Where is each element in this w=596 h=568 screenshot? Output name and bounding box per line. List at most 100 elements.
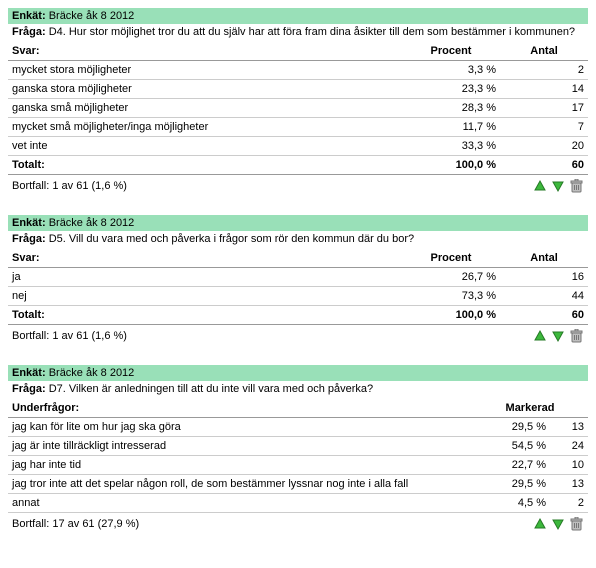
arrow-up-icon[interactable] bbox=[532, 516, 548, 532]
enkat-label: Enkät: bbox=[12, 217, 46, 229]
table-row: nej 73,3 % 44 bbox=[8, 287, 588, 306]
answers-table: Svar: Procent Antal mycket stora möjligh… bbox=[8, 42, 588, 175]
row-actions bbox=[532, 328, 584, 344]
answer-antal: 7 bbox=[500, 118, 588, 137]
answer-procent: 28,3 % bbox=[402, 99, 500, 118]
answer-procent: 11,7 % bbox=[402, 118, 500, 137]
col-svar: Svar: bbox=[8, 42, 402, 61]
col-antal: Antal bbox=[500, 249, 588, 268]
sub-procent: 22,7 % bbox=[472, 456, 550, 475]
row-actions bbox=[532, 178, 584, 194]
question-row: Fråga: D7. Vilken är anledningen till at… bbox=[8, 381, 588, 399]
answer-procent: 3,3 % bbox=[402, 61, 500, 80]
sub-label: jag har inte tid bbox=[8, 456, 472, 475]
enkat-label: Enkät: bbox=[12, 367, 46, 379]
table-row: mycket små möjligheter/inga möjligheter … bbox=[8, 118, 588, 137]
sub-label: jag kan för lite om hur jag ska göra bbox=[8, 418, 472, 437]
survey-header: Enkät: Bräcke åk 8 2012 bbox=[8, 8, 588, 24]
enkat-label: Enkät: bbox=[12, 10, 46, 22]
footer-row: Bortfall: 1 av 61 (1,6 %) bbox=[8, 325, 588, 347]
sub-procent: 29,5 % bbox=[472, 475, 550, 494]
survey-block: Enkät: Bräcke åk 8 2012Fråga: D4. Hur st… bbox=[8, 8, 588, 197]
answer-label: vet inte bbox=[8, 137, 402, 156]
answer-procent: 33,3 % bbox=[402, 137, 500, 156]
bortfall-text: Bortfall: 1 av 61 (1,6 %) bbox=[12, 330, 127, 342]
sub-label: annat bbox=[8, 494, 472, 513]
arrow-down-icon[interactable] bbox=[550, 328, 566, 344]
question-text: D7. Vilken är anledningen till att du in… bbox=[49, 383, 373, 395]
total-row: Totalt: 100,0 % 60 bbox=[8, 156, 588, 175]
table-row: ganska små möjligheter 28,3 % 17 bbox=[8, 99, 588, 118]
total-procent: 100,0 % bbox=[402, 156, 500, 175]
sub-antal: 24 bbox=[550, 437, 588, 456]
table-row: mycket stora möjligheter 3,3 % 2 bbox=[8, 61, 588, 80]
survey-block: Enkät: Bräcke åk 8 2012Fråga: D7. Vilken… bbox=[8, 365, 588, 535]
answer-procent: 73,3 % bbox=[402, 287, 500, 306]
answer-label: nej bbox=[8, 287, 402, 306]
table-row: vet inte 33,3 % 20 bbox=[8, 137, 588, 156]
fraga-label: Fråga: bbox=[12, 233, 46, 245]
table-row: annat 4,5 % 2 bbox=[8, 494, 588, 513]
sub-procent: 29,5 % bbox=[472, 418, 550, 437]
answer-antal: 2 bbox=[500, 61, 588, 80]
sub-label: jag är inte tillräckligt intresserad bbox=[8, 437, 472, 456]
table-row: ganska stora möjligheter 23,3 % 14 bbox=[8, 80, 588, 99]
answer-antal: 20 bbox=[500, 137, 588, 156]
answer-label: mycket små möjligheter/inga möjligheter bbox=[8, 118, 402, 137]
answer-antal: 17 bbox=[500, 99, 588, 118]
col-antal: Antal bbox=[500, 42, 588, 61]
answer-antal: 44 bbox=[500, 287, 588, 306]
trash-icon[interactable] bbox=[568, 328, 584, 344]
total-row: Totalt: 100,0 % 60 bbox=[8, 306, 588, 325]
col-underfragor: Underfrågor: bbox=[8, 399, 472, 418]
fraga-label: Fråga: bbox=[12, 26, 46, 38]
sub-antal: 10 bbox=[550, 456, 588, 475]
total-antal: 60 bbox=[500, 306, 588, 325]
footer-row: Bortfall: 1 av 61 (1,6 %) bbox=[8, 175, 588, 197]
question-row: Fråga: D5. Vill du vara med och påverka … bbox=[8, 231, 588, 249]
survey-header: Enkät: Bräcke åk 8 2012 bbox=[8, 215, 588, 231]
total-label: Totalt: bbox=[8, 156, 402, 175]
col-svar: Svar: bbox=[8, 249, 402, 268]
survey-header: Enkät: Bräcke åk 8 2012 bbox=[8, 365, 588, 381]
answers-table: Svar: Procent Antal ja 26,7 % 16 nej 73,… bbox=[8, 249, 588, 325]
total-label: Totalt: bbox=[8, 306, 402, 325]
table-row: ja 26,7 % 16 bbox=[8, 268, 588, 287]
answer-procent: 26,7 % bbox=[402, 268, 500, 287]
answer-label: ja bbox=[8, 268, 402, 287]
sub-antal: 13 bbox=[550, 475, 588, 494]
survey-block: Enkät: Bräcke åk 8 2012Fråga: D5. Vill d… bbox=[8, 215, 588, 347]
bortfall-text: Bortfall: 17 av 61 (27,9 %) bbox=[12, 518, 139, 530]
sub-procent: 54,5 % bbox=[472, 437, 550, 456]
col-procent: Procent bbox=[402, 42, 500, 61]
question-row: Fråga: D4. Hur stor möjlighet tror du at… bbox=[8, 24, 588, 42]
sub-antal: 2 bbox=[550, 494, 588, 513]
total-procent: 100,0 % bbox=[402, 306, 500, 325]
table-row: jag tror inte att det spelar någon roll,… bbox=[8, 475, 588, 494]
trash-icon[interactable] bbox=[568, 516, 584, 532]
survey-name: Bräcke åk 8 2012 bbox=[49, 10, 135, 22]
footer-row: Bortfall: 17 av 61 (27,9 %) bbox=[8, 513, 588, 535]
answer-antal: 16 bbox=[500, 268, 588, 287]
table-row: jag kan för lite om hur jag ska göra 29,… bbox=[8, 418, 588, 437]
col-procent: Procent bbox=[402, 249, 500, 268]
sub-label: jag tror inte att det spelar någon roll,… bbox=[8, 475, 472, 494]
arrow-down-icon[interactable] bbox=[550, 516, 566, 532]
answers-table: Underfrågor: Markerad jag kan för lite o… bbox=[8, 399, 588, 513]
fraga-label: Fråga: bbox=[12, 383, 46, 395]
answer-antal: 14 bbox=[500, 80, 588, 99]
arrow-up-icon[interactable] bbox=[532, 178, 548, 194]
total-antal: 60 bbox=[500, 156, 588, 175]
arrow-up-icon[interactable] bbox=[532, 328, 548, 344]
answer-label: mycket stora möjligheter bbox=[8, 61, 402, 80]
trash-icon[interactable] bbox=[568, 178, 584, 194]
sub-procent: 4,5 % bbox=[472, 494, 550, 513]
table-row: jag har inte tid 22,7 % 10 bbox=[8, 456, 588, 475]
survey-name: Bräcke åk 8 2012 bbox=[49, 367, 135, 379]
table-row: jag är inte tillräckligt intresserad 54,… bbox=[8, 437, 588, 456]
arrow-down-icon[interactable] bbox=[550, 178, 566, 194]
survey-name: Bräcke åk 8 2012 bbox=[49, 217, 135, 229]
question-text: D5. Vill du vara med och påverka i frågo… bbox=[49, 233, 414, 245]
col-markerad: Markerad bbox=[472, 399, 588, 418]
answer-label: ganska stora möjligheter bbox=[8, 80, 402, 99]
